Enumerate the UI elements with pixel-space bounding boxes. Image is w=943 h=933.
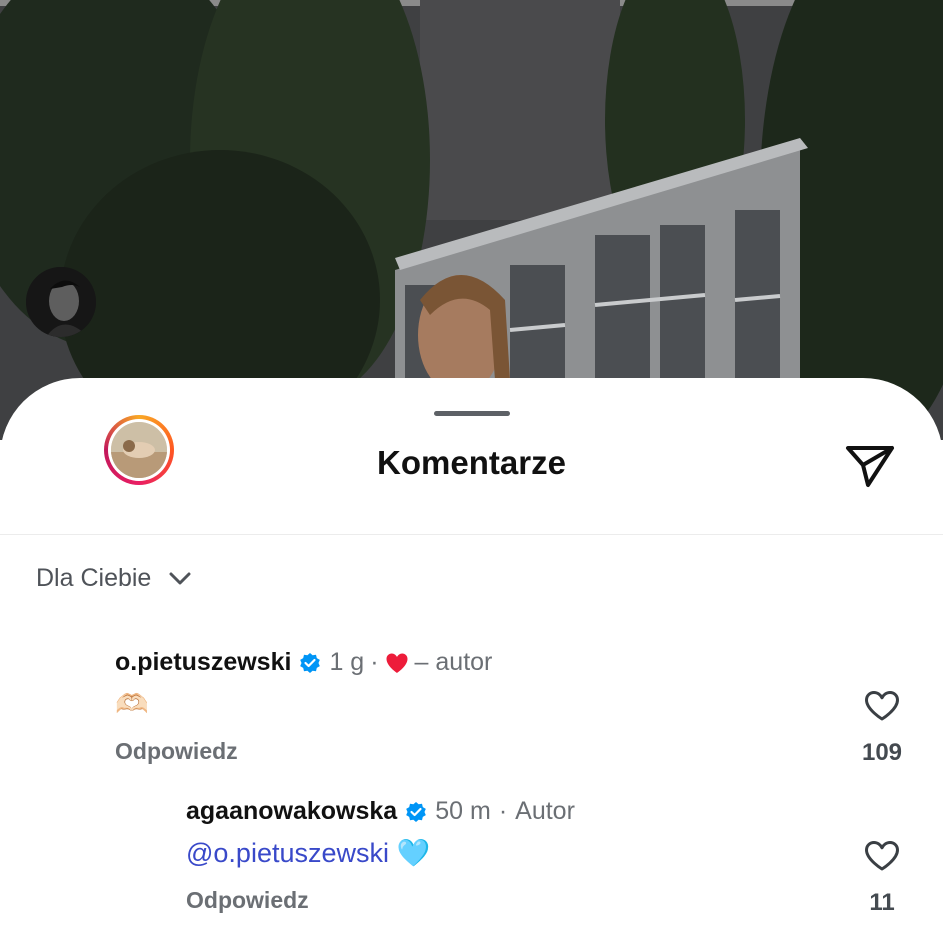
verified-badge-icon	[405, 801, 427, 823]
sheet-grabber[interactable]	[434, 411, 510, 416]
reply-button[interactable]: Odpowiedz	[186, 887, 309, 914]
share-button[interactable]	[840, 440, 900, 492]
red-heart-icon	[385, 652, 409, 674]
reply-button[interactable]: Odpowiedz	[115, 738, 238, 765]
post-background-photo	[0, 0, 943, 440]
reply-username[interactable]: agaanowakowska	[186, 797, 397, 826]
sort-label: Dla Ciebie	[36, 564, 152, 592]
avatar	[111, 422, 167, 478]
chevron-down-icon	[169, 572, 191, 584]
reply-meta: agaanowakowska 50 m · Autor	[186, 797, 575, 826]
like-count: 109	[861, 739, 903, 766]
mention-link[interactable]: @o.pietuszewski	[186, 838, 389, 868]
reply-time: 50 m	[435, 797, 491, 825]
meta-separator: ·	[370, 648, 379, 676]
heart-outline-icon	[865, 841, 899, 871]
avatar[interactable]	[26, 267, 96, 337]
like-count: 11	[869, 889, 895, 916]
author-note: – autor	[414, 648, 493, 676]
light-blue-heart-emoji: 🩵	[396, 838, 431, 868]
comments-screen: Komentarze Dla Ciebie o.pietuszewski 1 g…	[0, 0, 943, 933]
heart-outline-icon	[865, 691, 899, 721]
reply-text: @o.pietuszewski 🩵	[186, 837, 430, 869]
like-button[interactable]	[860, 836, 904, 876]
verified-badge-icon	[299, 652, 321, 674]
comment-meta: o.pietuszewski 1 g · – autor	[115, 648, 492, 677]
header-divider	[0, 534, 943, 535]
author-badge: Autor	[515, 797, 575, 825]
like-button[interactable]	[860, 686, 904, 726]
comment-text: 🫶🏻	[115, 689, 149, 719]
story-ring-avatar[interactable]	[104, 415, 174, 485]
comment-time: 1 g	[329, 648, 365, 676]
comment-username[interactable]: o.pietuszewski	[115, 648, 291, 677]
sort-dropdown[interactable]: Dla Ciebie	[36, 564, 191, 593]
paper-plane-icon	[846, 446, 894, 487]
meta-separator: ·	[498, 797, 508, 825]
